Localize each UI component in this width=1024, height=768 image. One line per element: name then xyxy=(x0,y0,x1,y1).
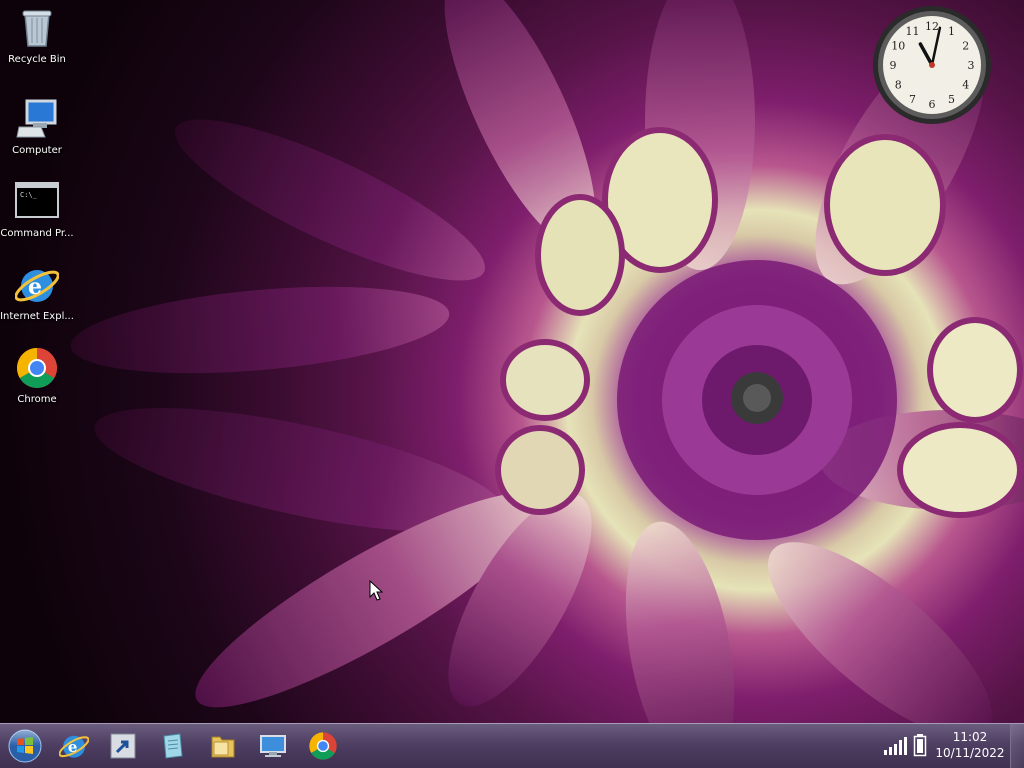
taskbar-windows-explorer[interactable] xyxy=(203,727,243,765)
desktop-icon-internet-explorer[interactable]: e Internet Expl... xyxy=(0,259,74,339)
internet-explorer-icon: e xyxy=(59,735,89,758)
clock-numeral: 4 xyxy=(962,79,969,92)
desktop-icon-label: Internet Expl... xyxy=(0,311,74,322)
internet-explorer-icon: e xyxy=(14,263,60,307)
desktop-icon-computer[interactable]: Computer xyxy=(0,93,74,173)
clock-numeral: 7 xyxy=(909,93,916,106)
clock-numeral: 6 xyxy=(929,98,936,111)
taskbar: e 11:02 10/11/2022 xyxy=(0,723,1024,768)
desktop-icon-label: Recycle Bin xyxy=(8,54,66,65)
desktop-icon-label: Computer xyxy=(12,145,62,156)
clock-numeral: 12 xyxy=(925,20,939,33)
desktop-icon-recycle-bin[interactable]: Recycle Bin xyxy=(0,2,74,82)
tray-date: 10/11/2022 xyxy=(935,746,1005,760)
svg-text:e: e xyxy=(68,738,78,756)
clock-gadget[interactable]: 12 1 2 3 4 5 6 7 8 9 10 11 xyxy=(871,4,993,126)
desktop-icon-label: Chrome xyxy=(17,394,57,405)
clock-numeral: 11 xyxy=(906,25,920,38)
chrome-icon xyxy=(15,346,59,390)
taskbar-shortcut[interactable] xyxy=(103,727,143,765)
computer-icon xyxy=(15,97,59,141)
windows-logo-icon xyxy=(8,729,42,763)
taskbar-chrome[interactable] xyxy=(303,727,343,765)
clock-numeral: 3 xyxy=(968,59,975,72)
clock-numeral: 1 xyxy=(948,25,955,38)
clock-numeral: 8 xyxy=(895,79,902,92)
start-button[interactable] xyxy=(4,727,46,765)
chrome-icon xyxy=(309,732,337,760)
taskbar-remote-desktop[interactable] xyxy=(253,727,293,765)
taskbar-internet-explorer[interactable]: e xyxy=(54,727,94,765)
clock-numeral: 2 xyxy=(962,40,969,53)
shortcut-arrow-icon xyxy=(110,733,136,759)
desktop-icon-label: Command Pr... xyxy=(0,228,74,239)
svg-text:e: e xyxy=(28,274,42,300)
clock-numeral: 5 xyxy=(948,93,955,106)
recycle-bin-icon xyxy=(15,6,59,50)
command-prompt-icon: C:\_ xyxy=(15,180,59,224)
monitor-icon xyxy=(260,735,286,757)
tray-clock[interactable]: 11:02 10/11/2022 xyxy=(934,729,1006,763)
signal-bars-icon[interactable] xyxy=(883,735,907,757)
clock-numeral: 9 xyxy=(890,59,897,72)
document-icon xyxy=(163,733,183,759)
battery-icon[interactable] xyxy=(913,733,927,757)
mouse-cursor-icon xyxy=(369,580,383,601)
show-desktop-button[interactable] xyxy=(1010,724,1024,768)
taskbar-notepad[interactable] xyxy=(152,727,192,765)
folder-icon xyxy=(211,736,235,758)
svg-text:C:\_: C:\_ xyxy=(20,191,38,199)
desktop-icon-chrome[interactable]: Chrome xyxy=(0,342,74,422)
tray-time: 11:02 xyxy=(952,730,988,744)
clock-numeral: 10 xyxy=(891,40,905,53)
desktop[interactable]: Recycle Bin Computer C:\_ Command Pr... xyxy=(0,0,1024,723)
desktop-icon-command-prompt[interactable]: C:\_ Command Pr... xyxy=(0,176,74,256)
